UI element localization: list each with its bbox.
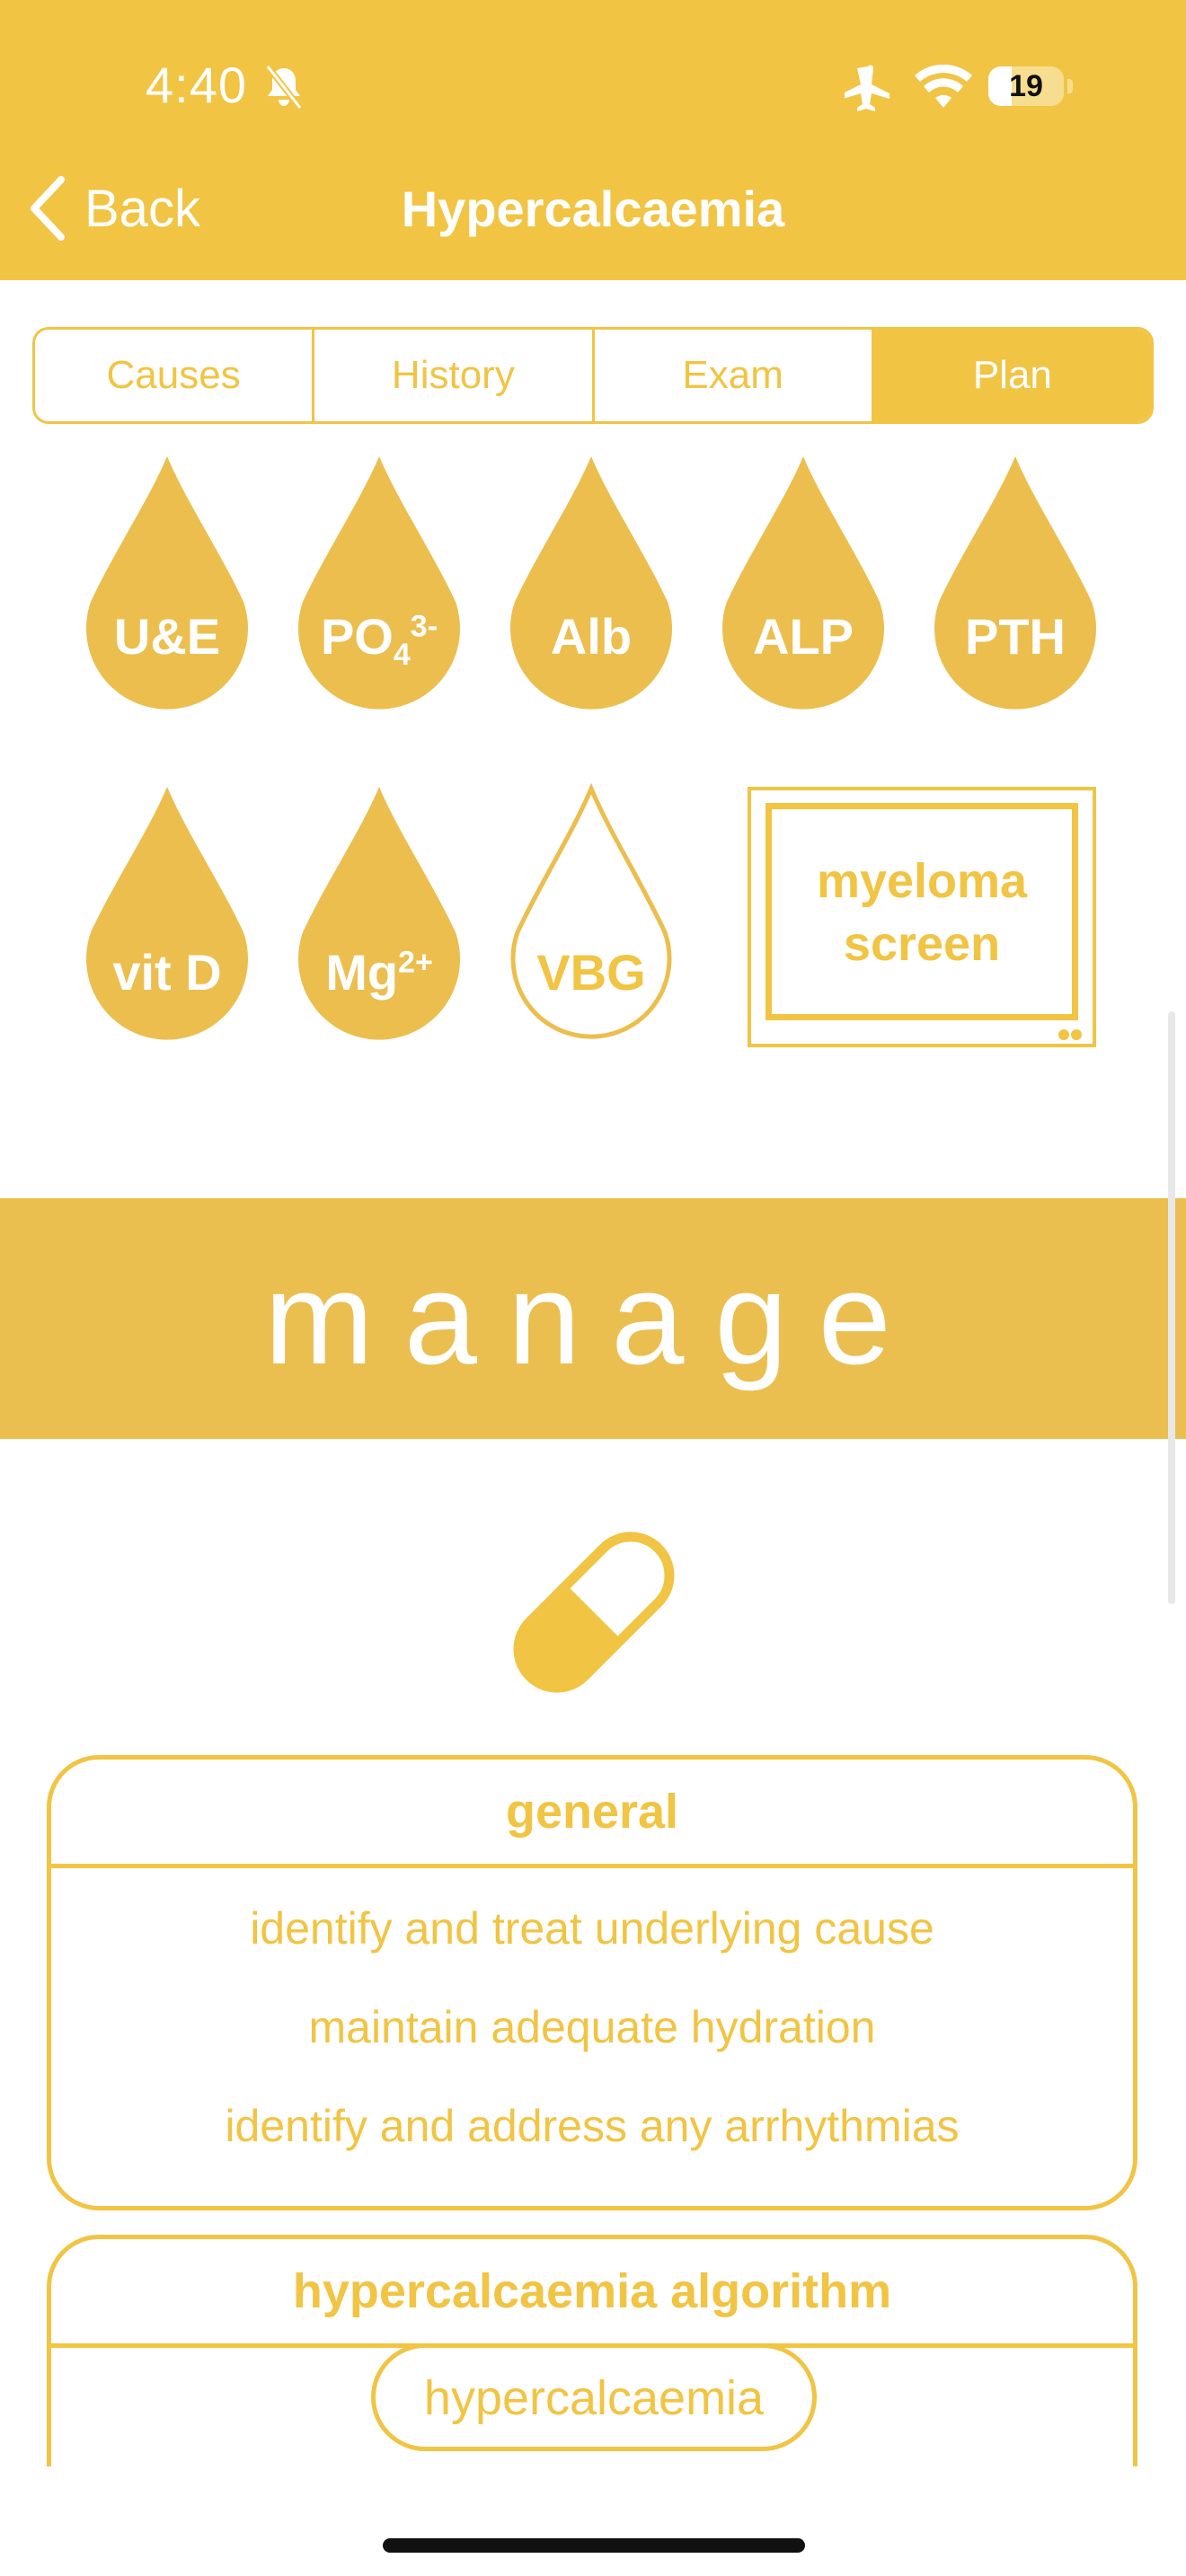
blood-drop-icon	[86, 787, 248, 1040]
tv-dot	[1071, 1029, 1082, 1040]
tab-causes[interactable]: Causes	[35, 330, 315, 421]
myeloma-line-1: myeloma	[816, 854, 1028, 908]
test-alb-label: Alb	[550, 608, 633, 665]
algorithm-node[interactable]: hypercalcaemia	[371, 2343, 817, 2451]
segmented-control: Causes History Exam Plan	[32, 327, 1154, 424]
blood-drop-icon	[298, 787, 460, 1040]
myeloma-line-2: screen	[843, 917, 1001, 971]
status-time: 4:40	[146, 57, 247, 113]
blood-drop-icon	[722, 456, 884, 710]
test-alp[interactable]: ALP	[722, 453, 884, 722]
myeloma-screen-button[interactable]: myeloma screen	[748, 787, 1096, 1047]
test-phosphate-label: PO43-	[298, 607, 460, 673]
vertical-scrollbar[interactable]	[1168, 1011, 1175, 1604]
pill-icon	[513, 1531, 675, 1693]
manage-banner: manage	[0, 1198, 1186, 1439]
test-pth-label: PTH	[965, 608, 1066, 665]
bottom-safe-area	[0, 2466, 1186, 2576]
test-magnesium-label: Mg2+	[298, 943, 460, 1001]
page-title: Hypercalcaemia	[401, 181, 785, 237]
blood-drop-icon	[934, 456, 1096, 710]
home-indicator[interactable]	[383, 2538, 805, 2553]
list-item: identify and treat underlying cause	[250, 1903, 934, 1954]
test-phosphate-sub: 4	[393, 638, 411, 673]
test-vitd[interactable]: vit D	[86, 783, 248, 1053]
test-ue[interactable]: U&E	[86, 453, 248, 722]
battery-tip	[1067, 79, 1073, 93]
battery-percent: 19	[1009, 69, 1043, 103]
test-vbg[interactable]: VBG	[510, 783, 672, 1053]
list-item: maintain adequate hydration	[308, 2002, 876, 2052]
tab-plan[interactable]: Plan	[873, 330, 1151, 421]
airplane-icon	[845, 65, 890, 111]
card-padding	[51, 2175, 1133, 2206]
test-ue-label: U&E	[113, 608, 221, 665]
navigation-header: 4:40 19 Back Hypercalcaemia	[0, 0, 1186, 280]
tab-history[interactable]: History	[314, 330, 595, 421]
tab-exam[interactable]: Exam	[595, 330, 874, 421]
battery-icon: 19	[988, 66, 1064, 106]
blood-drop-icon	[510, 783, 672, 1039]
blood-drop-icon	[86, 456, 248, 710]
general-card-title: general	[51, 1760, 1133, 1868]
algorithm-card-title: hypercalcaemia algorithm	[51, 2239, 1133, 2348]
wifi-icon	[915, 65, 972, 108]
list-item: identify and address any arrhythmias	[225, 2101, 960, 2151]
test-alb[interactable]: Alb	[510, 453, 672, 722]
blood-drop-icon	[510, 456, 672, 710]
general-card: general identify and treat underlying ca…	[47, 1755, 1137, 2210]
test-alp-label: ALP	[753, 608, 854, 665]
test-magnesium-sup: 2+	[398, 945, 433, 980]
test-magnesium[interactable]: Mg2+	[298, 783, 460, 1053]
test-phosphate[interactable]: PO43-	[298, 453, 460, 722]
test-phosphate-main: PO	[320, 608, 394, 665]
test-vbg-label: VBG	[536, 944, 646, 1001]
test-phosphate-sup: 3-	[410, 609, 438, 644]
myeloma-screen-label: myeloma screen	[766, 850, 1078, 975]
bell-slash-icon	[265, 64, 303, 110]
test-magnesium-main: Mg	[325, 944, 399, 1001]
tv-dot	[1058, 1029, 1069, 1040]
test-pth[interactable]: PTH	[934, 453, 1096, 722]
blood-drop-icon	[298, 456, 460, 710]
test-vitd-label: vit D	[112, 944, 222, 1001]
